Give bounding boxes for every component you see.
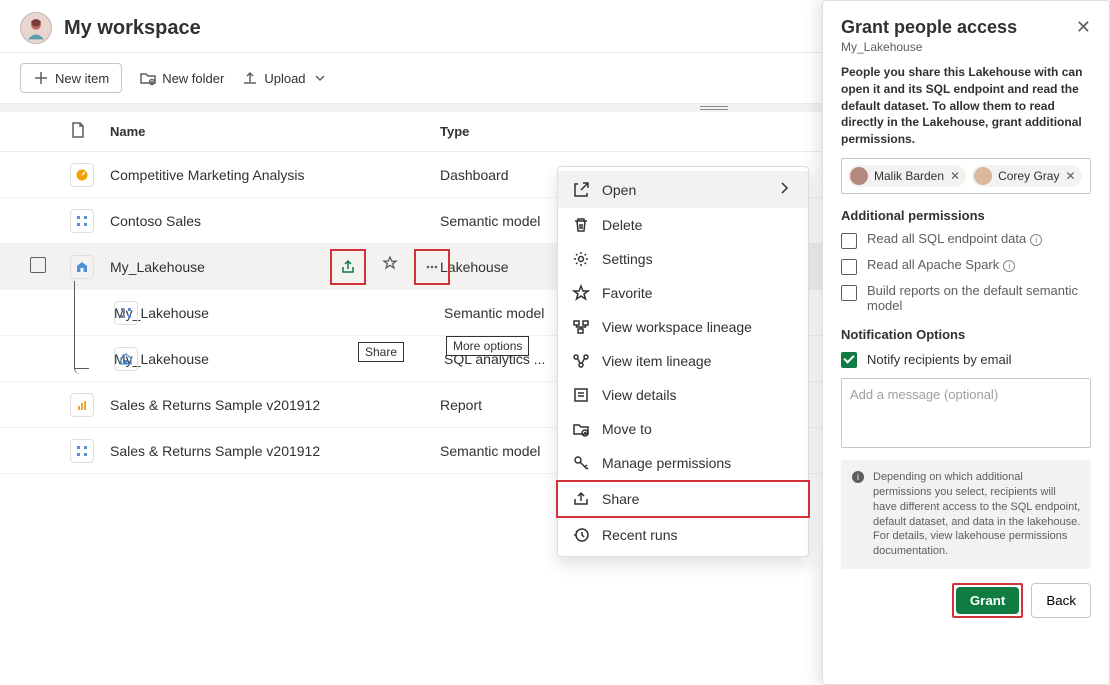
menu-delete[interactable]: Delete <box>558 208 808 242</box>
favorite-icon[interactable] <box>376 249 404 277</box>
notification-options-title: Notification Options <box>841 327 1091 342</box>
upload-button[interactable]: Upload <box>242 70 327 86</box>
panel-subtitle: My_Lakehouse <box>841 40 1017 54</box>
row-name[interactable]: Competitive Marketing Analysis <box>110 167 440 183</box>
more-options-icon[interactable] <box>418 253 446 281</box>
menu-manage-permissions[interactable]: Manage permissions <box>558 446 808 480</box>
new-item-label: New item <box>55 71 109 86</box>
remove-chip-icon[interactable]: ✕ <box>1065 169 1075 183</box>
back-button[interactable]: Back <box>1031 583 1091 618</box>
star-icon <box>572 284 590 302</box>
share-icon <box>572 490 590 508</box>
chip-name: Malik Barden <box>874 169 944 183</box>
trash-icon <box>572 216 590 234</box>
chevron-down-icon <box>312 70 328 86</box>
report-icon <box>70 393 94 417</box>
column-header-type[interactable]: Type <box>440 124 590 139</box>
workspace-title: My workspace <box>64 17 201 40</box>
file-icon <box>70 122 86 138</box>
person-chip: Malik Barden ✕ <box>848 165 966 187</box>
grant-access-panel: Grant people access My_Lakehouse ✕ Peopl… <box>822 0 1110 685</box>
column-header-name[interactable]: Name <box>110 124 440 139</box>
avatar <box>850 167 868 185</box>
semantic-icon <box>70 209 94 233</box>
perm-spark-row[interactable]: Read all Apache Sparki <box>841 257 1091 275</box>
perm-sql-row[interactable]: Read all SQL endpoint datai <box>841 231 1091 249</box>
new-folder-button[interactable]: New folder <box>140 70 224 86</box>
share-icon[interactable] <box>334 253 362 281</box>
new-folder-label: New folder <box>162 71 224 86</box>
workspace-avatar <box>20 12 52 44</box>
folder-plus-icon <box>140 70 156 86</box>
svg-text:i: i <box>857 472 859 482</box>
resize-handle-icon[interactable] <box>700 105 728 111</box>
menu-open[interactable]: Open <box>558 171 808 208</box>
notify-email-row[interactable]: Notify recipients by email <box>841 352 1091 368</box>
chevron-right-icon <box>776 179 794 200</box>
menu-item-lineage[interactable]: View item lineage <box>558 344 808 378</box>
checkbox-sql[interactable] <box>841 233 857 249</box>
chip-name: Corey Gray <box>998 169 1059 183</box>
info-icon: i <box>851 470 865 484</box>
upload-label: Upload <box>264 71 305 86</box>
checkbox-notify-email[interactable] <box>841 352 857 368</box>
row-name[interactable]: Sales & Returns Sample v201912 <box>110 397 440 413</box>
sql-icon <box>114 347 138 371</box>
panel-title: Grant people access <box>841 17 1017 38</box>
permissions-info-box: i Depending on which additional permissi… <box>841 460 1091 569</box>
checkbox-build[interactable] <box>841 285 857 301</box>
info-icon[interactable]: i <box>1030 234 1042 246</box>
panel-description: People you share this Lakehouse with can… <box>841 64 1091 148</box>
plus-icon <box>33 70 49 86</box>
more-options-tooltip: More options <box>446 336 529 356</box>
share-tooltip: Share <box>358 342 404 362</box>
row-name[interactable]: Sales & Returns Sample v201912 <box>110 443 440 459</box>
menu-settings[interactable]: Settings <box>558 242 808 276</box>
grant-button[interactable]: Grant <box>956 587 1020 614</box>
additional-permissions-title: Additional permissions <box>841 208 1091 223</box>
row-checkbox[interactable] <box>30 257 46 273</box>
open-external-icon <box>572 181 590 199</box>
person-chip: Corey Gray ✕ <box>972 165 1081 187</box>
menu-recent-runs[interactable]: Recent runs <box>558 518 808 552</box>
menu-favorite[interactable]: Favorite <box>558 276 808 310</box>
dashboard-icon <box>70 163 94 187</box>
menu-move-to[interactable]: Move to <box>558 412 808 446</box>
item-lineage-icon <box>572 352 590 370</box>
people-input[interactable]: Malik Barden ✕ Corey Gray ✕ <box>841 158 1091 194</box>
menu-workspace-lineage[interactable]: View workspace lineage <box>558 310 808 344</box>
row-name[interactable]: Contoso Sales <box>110 213 440 229</box>
key-icon <box>572 454 590 472</box>
avatar <box>974 167 992 185</box>
remove-chip-icon[interactable]: ✕ <box>950 169 960 183</box>
lineage-icon <box>572 318 590 336</box>
info-icon[interactable]: i <box>1003 260 1015 272</box>
lakehouse-icon <box>70 255 94 279</box>
folder-move-icon <box>572 420 590 438</box>
semantic-icon <box>114 301 138 325</box>
message-input[interactable]: Add a message (optional) <box>841 378 1091 448</box>
details-icon <box>572 386 590 404</box>
semantic-icon <box>70 439 94 463</box>
upload-icon <box>242 70 258 86</box>
gear-icon <box>572 250 590 268</box>
history-icon <box>572 526 590 544</box>
perm-build-row[interactable]: Build reports on the default semantic mo… <box>841 283 1091 313</box>
new-item-button[interactable]: New item <box>20 63 122 93</box>
menu-share[interactable]: Share <box>556 480 810 518</box>
context-menu: Open Delete Settings Favorite View works… <box>557 166 809 557</box>
close-icon[interactable]: ✕ <box>1076 17 1091 38</box>
checkbox-spark[interactable] <box>841 259 857 275</box>
menu-view-details[interactable]: View details <box>558 378 808 412</box>
row-name[interactable]: My_Lakehouse <box>114 305 444 321</box>
